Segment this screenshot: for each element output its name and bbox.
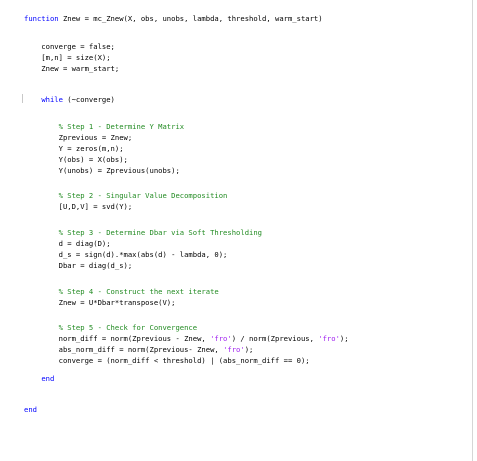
code-token: ); bbox=[244, 345, 254, 354]
keyword-token: while bbox=[41, 95, 63, 104]
code-token: Dbar = diag(d_s); bbox=[24, 261, 133, 270]
string-token: 'fro' bbox=[318, 334, 340, 343]
code-token: [U,D,V] = svd(Y); bbox=[24, 202, 133, 211]
code-token: [m,n] = size(X); bbox=[24, 53, 111, 62]
code-line: d_s = sign(d).*max(abs(d) - lambda, 0); bbox=[24, 250, 228, 259]
code-token: Znew = warm_start; bbox=[24, 64, 120, 73]
comment-token: % Step 3 - Determine Dbar via Soft Thres… bbox=[24, 228, 262, 237]
code-token: ) / norm(Zprevious, bbox=[231, 334, 319, 343]
string-token: 'fro' bbox=[210, 334, 232, 343]
code-token: Y = zeros(m,n); bbox=[24, 144, 124, 153]
code-line: while (~converge) bbox=[24, 95, 115, 104]
code-line: Y(unobs) = Zprevious(unobs); bbox=[24, 166, 180, 175]
code-editor[interactable]: function Znew = mc_Znew(X, obs, unobs, l… bbox=[0, 0, 477, 461]
code-token: converge = false; bbox=[24, 42, 115, 51]
code-line: end bbox=[24, 405, 37, 414]
code-token: abs_norm_diff = norm(Zprevious- Znew, bbox=[24, 345, 224, 354]
code-line: Znew = U*Dbar*transpose(V); bbox=[24, 298, 176, 307]
code-token: Zprevious = Znew; bbox=[24, 133, 133, 142]
code-line: d = diag(D); bbox=[24, 239, 111, 248]
code-line: Y(obs) = X(obs); bbox=[24, 155, 128, 164]
keyword-token: end bbox=[41, 374, 55, 383]
code-line: norm_diff = norm(Zprevious - Znew, 'fro'… bbox=[24, 334, 349, 343]
code-token: ); bbox=[339, 334, 349, 343]
code-line: function Znew = mc_Znew(X, obs, unobs, l… bbox=[24, 14, 323, 23]
code-line: end bbox=[24, 374, 54, 383]
code-token: d = diag(D); bbox=[24, 239, 111, 248]
code-line: % Step 2 - Singular Value Decomposition bbox=[24, 191, 228, 200]
code-line: [m,n] = size(X); bbox=[24, 53, 111, 62]
code-line: % Step 1 - Determine Y Matrix bbox=[24, 122, 185, 131]
code-line: Dbar = diag(d_s); bbox=[24, 261, 133, 270]
code-token: (~converge) bbox=[62, 95, 115, 104]
keyword-token: function bbox=[24, 14, 59, 23]
code-token: norm_diff = norm(Zprevious - Znew, bbox=[24, 334, 211, 343]
code-line: [U,D,V] = svd(Y); bbox=[24, 202, 133, 211]
code-line: % Step 5 - Check for Convergence bbox=[24, 323, 197, 332]
code-token: d_s = sign(d).*max(abs(d) - lambda, 0); bbox=[24, 250, 228, 259]
code-line: % Step 4 - Construct the next iterate bbox=[24, 287, 219, 296]
code-line: abs_norm_diff = norm(Zprevious- Znew, 'f… bbox=[24, 345, 254, 354]
code-line: converge = (norm_diff < threshold) | (ab… bbox=[24, 356, 310, 365]
comment-token: % Step 2 - Singular Value Decomposition bbox=[24, 191, 228, 200]
code-token: Znew = U*Dbar*transpose(V); bbox=[24, 298, 176, 307]
code-line: % Step 3 - Determine Dbar via Soft Thres… bbox=[24, 228, 262, 237]
gutter-marker bbox=[22, 94, 23, 103]
code-line: Y = zeros(m,n); bbox=[24, 144, 124, 153]
code-token: Y(obs) = X(obs); bbox=[24, 155, 128, 164]
code-line: Znew = warm_start; bbox=[24, 64, 119, 73]
string-token: 'fro' bbox=[223, 345, 245, 354]
code-token: Znew = mc_Znew(X, obs, unobs, lambda, th… bbox=[58, 14, 323, 23]
code-token: converge = (norm_diff < threshold) | (ab… bbox=[24, 356, 310, 365]
code-line: Zprevious = Znew; bbox=[24, 133, 133, 142]
editor-right-border bbox=[472, 0, 473, 461]
code-line: converge = false; bbox=[24, 42, 115, 51]
keyword-token: end bbox=[24, 405, 37, 414]
comment-token: % Step 5 - Check for Convergence bbox=[24, 323, 198, 332]
comment-token: % Step 4 - Construct the next iterate bbox=[24, 287, 219, 296]
code-token: Y(unobs) = Zprevious(unobs); bbox=[24, 166, 180, 175]
comment-token: % Step 1 - Determine Y Matrix bbox=[24, 122, 185, 131]
